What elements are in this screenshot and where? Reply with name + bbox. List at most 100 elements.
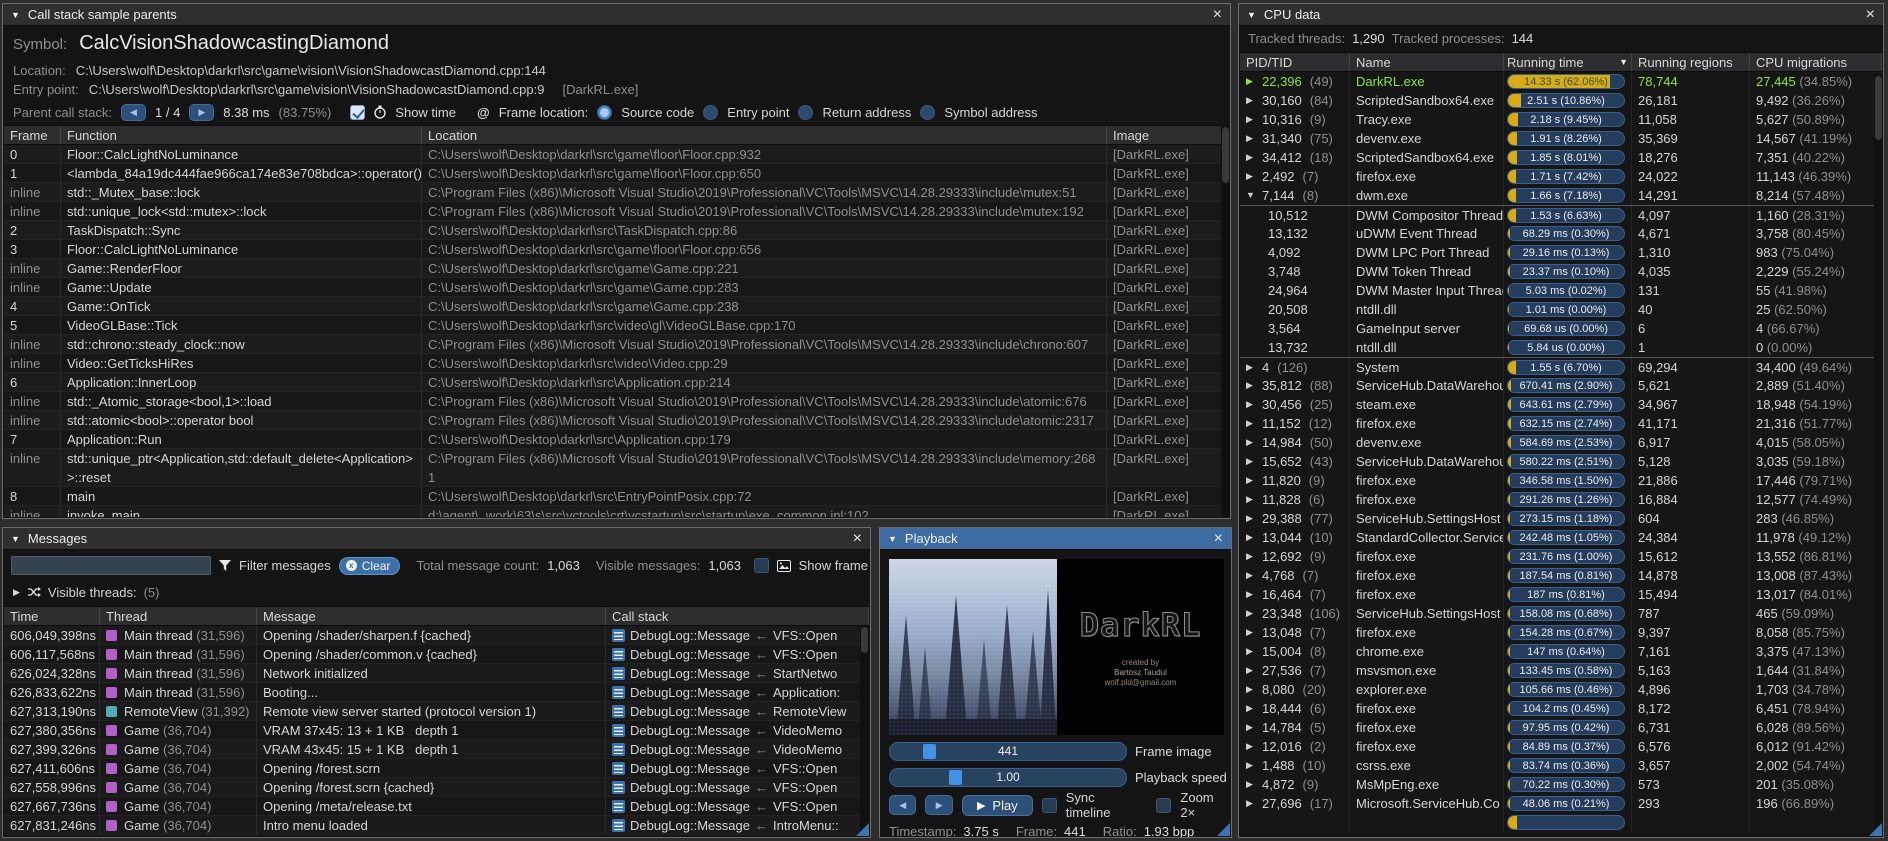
close-icon[interactable]: × bbox=[1214, 531, 1223, 547]
scrollbar-thumb[interactable] bbox=[1875, 76, 1882, 140]
cpu-row[interactable] bbox=[1240, 813, 1882, 832]
expander-icon[interactable]: ▶ bbox=[1246, 642, 1256, 661]
column-pid-tid[interactable]: PID/TID bbox=[1240, 53, 1350, 71]
callstack-row[interactable]: inlineinvoke_maind:\agent\_work\63\s\src… bbox=[4, 506, 1229, 517]
column-time[interactable]: Time bbox=[4, 607, 100, 625]
collapse-icon[interactable]: ▼ bbox=[888, 534, 897, 544]
cpu-row[interactable]: ▶11,820(9)firefox.exe346.58 ms (1.50%)21… bbox=[1240, 471, 1882, 490]
callstack-list-icon[interactable] bbox=[612, 762, 625, 775]
collapse-icon[interactable]: ▼ bbox=[11, 10, 20, 20]
cpu-row[interactable]: ▶15,652(43)ServiceHub.DataWarehou580.22 … bbox=[1240, 452, 1882, 471]
expander-icon[interactable]: ▶ bbox=[1246, 585, 1256, 604]
expander-icon[interactable]: ▶ bbox=[1246, 91, 1256, 110]
callstack-list-icon[interactable] bbox=[612, 819, 625, 832]
prev-callstack-button[interactable]: ◀ bbox=[121, 104, 146, 121]
callstack-list-icon[interactable] bbox=[612, 781, 625, 794]
callstack-row[interactable]: inlinestd::_Atomic_storage<bool,1>::load… bbox=[4, 392, 1229, 411]
play-button[interactable]: ▶ Play bbox=[962, 795, 1033, 816]
callstack-row[interactable]: 2TaskDispatch::SyncC:\Users\wolf\Desktop… bbox=[4, 221, 1229, 240]
close-icon[interactable]: × bbox=[853, 531, 862, 547]
callstack-titlebar[interactable]: ▼ Call stack sample parents × bbox=[3, 4, 1230, 26]
cpu-row[interactable]: ▶22,396(49)DarkRL.exe14.33 s (62.06%)78,… bbox=[1240, 72, 1882, 91]
expander-icon[interactable]: ▶ bbox=[1246, 547, 1256, 566]
message-row[interactable]: 627,399,326nsGame (36,704)VRAM 43x45: 15… bbox=[4, 740, 869, 759]
expander-icon[interactable]: ▶ bbox=[1246, 775, 1256, 794]
cpu-row[interactable]: ▶31,340(75)devenv.exe1.91 s (8.26%)35,36… bbox=[1240, 129, 1882, 148]
callstack-list-icon[interactable] bbox=[612, 800, 625, 813]
callstack-list-icon[interactable] bbox=[612, 686, 625, 699]
playback-speed-slider[interactable]: 1.00 bbox=[889, 768, 1127, 787]
expander-icon[interactable]: ▶ bbox=[1246, 623, 1256, 642]
column-frame[interactable]: Frame bbox=[4, 126, 61, 144]
expander-icon[interactable]: ▶ bbox=[1246, 756, 1256, 775]
cpu-row[interactable]: ▶1,488(10)csrss.exe83.74 ms (0.36%)3,657… bbox=[1240, 756, 1882, 775]
cpu-row[interactable]: ▼7,144(8)dwm.exe1.66 s (7.18%)14,2918,21… bbox=[1240, 186, 1882, 205]
expander-icon[interactable]: ▶ bbox=[1246, 148, 1256, 167]
frame-image[interactable]: DarkRL created by Bartosz Taudul wolf.pl… bbox=[889, 559, 1224, 735]
show-frame-checkbox[interactable] bbox=[754, 558, 769, 573]
radio-symbol-address[interactable] bbox=[920, 105, 935, 120]
callstack-row[interactable]: inlinestd::_Mutex_base::lockC:\Program F… bbox=[4, 183, 1229, 202]
expander-icon[interactable]: ▶ bbox=[1246, 490, 1256, 509]
column-message[interactable]: Message bbox=[257, 607, 606, 625]
message-row[interactable]: 627,831,246nsGame (36,704)Intro menu loa… bbox=[4, 816, 869, 835]
expander-icon[interactable]: ▶ bbox=[1246, 452, 1256, 471]
column-cpu-migrations[interactable]: CPU migrations bbox=[1750, 53, 1882, 71]
clear-button[interactable]: x Clear bbox=[339, 557, 401, 575]
callstack-list-icon[interactable] bbox=[612, 743, 625, 756]
expander-icon[interactable]: ▶ bbox=[1246, 395, 1256, 414]
expander-icon[interactable]: ▶ bbox=[1246, 110, 1256, 129]
cpu-row[interactable]: ▶10,316(9)Tracy.exe2.18 s (9.45%)11,0585… bbox=[1240, 110, 1882, 129]
playback-titlebar[interactable]: ▼ Playback × bbox=[880, 528, 1231, 550]
frame-image-slider[interactable]: 441 bbox=[889, 742, 1127, 761]
expander-icon[interactable]: ▶ bbox=[1246, 129, 1256, 148]
filter-input[interactable] bbox=[11, 556, 211, 575]
entry-point-value[interactable]: C:\Users\wolf\Desktop\darkrl\src\game\vi… bbox=[89, 82, 545, 97]
cpu-row[interactable]: ▶11,828(6)firefox.exe291.26 ms (1.26%)16… bbox=[1240, 490, 1882, 509]
cpu-row[interactable]: ▶27,536(7)msvsmon.exe133.45 ms (0.58%)5,… bbox=[1240, 661, 1882, 680]
expander-icon[interactable]: ▶ bbox=[1246, 680, 1256, 699]
expander-icon[interactable]: ▼ bbox=[1246, 186, 1256, 205]
cpu-row[interactable]: ▶35,812(88)ServiceHub.DataWarehou670.41 … bbox=[1240, 376, 1882, 395]
expander-icon[interactable]: ▶ bbox=[1246, 509, 1256, 528]
step-forward-button[interactable]: ▶ bbox=[925, 795, 952, 815]
cpu-row[interactable]: ▶34,412(18)ScriptedSandbox64.exe1.85 s (… bbox=[1240, 148, 1882, 167]
expander-icon[interactable]: ▶ bbox=[1246, 167, 1256, 186]
expander-icon[interactable]: ▶ bbox=[1246, 718, 1256, 737]
cpu-row[interactable]: ▶15,004(8)chrome.exe147 ms (0.64%)7,1613… bbox=[1240, 642, 1882, 661]
callstack-list-icon[interactable] bbox=[612, 629, 625, 642]
cpu-row[interactable]: 13,132uDWM Event Thread68.29 ms (0.30%)4… bbox=[1240, 224, 1882, 243]
message-row[interactable]: 627,558,996nsGame (36,704)Opening /fores… bbox=[4, 778, 869, 797]
column-name[interactable]: Name bbox=[1350, 53, 1504, 71]
expander-icon[interactable]: ▶ bbox=[1246, 471, 1256, 490]
cpu-row[interactable]: ▶13,048(7)firefox.exe154.28 ms (0.67%)9,… bbox=[1240, 623, 1882, 642]
expander-icon[interactable]: ▶ bbox=[1246, 376, 1256, 395]
cpu-row[interactable]: 24,964DWM Master Input Thread5.03 ms (0.… bbox=[1240, 281, 1882, 300]
callstack-list-icon[interactable] bbox=[612, 705, 625, 718]
message-row[interactable]: 626,833,622nsMain thread (31,596)Booting… bbox=[4, 683, 869, 702]
cpu-row[interactable]: 4,092DWM LPC Port Thread29.16 ms (0.13%)… bbox=[1240, 243, 1882, 262]
cpu-row[interactable]: ▶30,456(25)steam.exe643.61 ms (2.79%)34,… bbox=[1240, 395, 1882, 414]
message-row[interactable]: 606,117,568nsMain thread (31,596)Opening… bbox=[4, 645, 869, 664]
column-function[interactable]: Function bbox=[61, 126, 422, 144]
callstack-row[interactable]: 0Floor::CalcLightNoLuminanceC:\Users\wol… bbox=[4, 145, 1229, 164]
close-icon[interactable]: × bbox=[1213, 7, 1222, 23]
expander-icon[interactable]: ▶ bbox=[1246, 604, 1256, 623]
callstack-list-icon[interactable] bbox=[612, 724, 625, 737]
callstack-row[interactable]: 5VideoGLBase::TickC:\Users\wolf\Desktop\… bbox=[4, 316, 1229, 335]
show-time-checkbox[interactable] bbox=[350, 105, 365, 120]
cpu-row[interactable]: 10,512DWM Compositor Thread1.53 s (6.63%… bbox=[1240, 205, 1882, 224]
cpu-row[interactable]: ▶23,348(106)ServiceHub.SettingsHost158.0… bbox=[1240, 604, 1882, 623]
callstack-row[interactable]: inlinestd::chrono::steady_clock::nowC:\P… bbox=[4, 335, 1229, 354]
callstack-row[interactable]: inlineVideo::GetTicksHiResC:\Users\wolf\… bbox=[4, 354, 1229, 373]
expand-threads-icon[interactable]: ▶ bbox=[13, 587, 20, 598]
resize-grip[interactable] bbox=[1217, 823, 1230, 836]
expander-icon[interactable]: ▶ bbox=[1246, 566, 1256, 585]
scrollbar-thumb[interactable] bbox=[1222, 127, 1229, 183]
resize-grip[interactable] bbox=[1869, 823, 1882, 836]
cpu-row[interactable]: ▶12,016(2)firefox.exe84.89 ms (0.37%)6,5… bbox=[1240, 737, 1882, 756]
expander-icon[interactable]: ▶ bbox=[1246, 794, 1256, 813]
cpu-row[interactable]: ▶14,984(50)devenv.exe584.69 ms (2.53%)6,… bbox=[1240, 433, 1882, 452]
callstack-list-icon[interactable] bbox=[612, 667, 625, 680]
cpu-row[interactable]: 3,748DWM Token Thread23.37 ms (0.10%)4,0… bbox=[1240, 262, 1882, 281]
